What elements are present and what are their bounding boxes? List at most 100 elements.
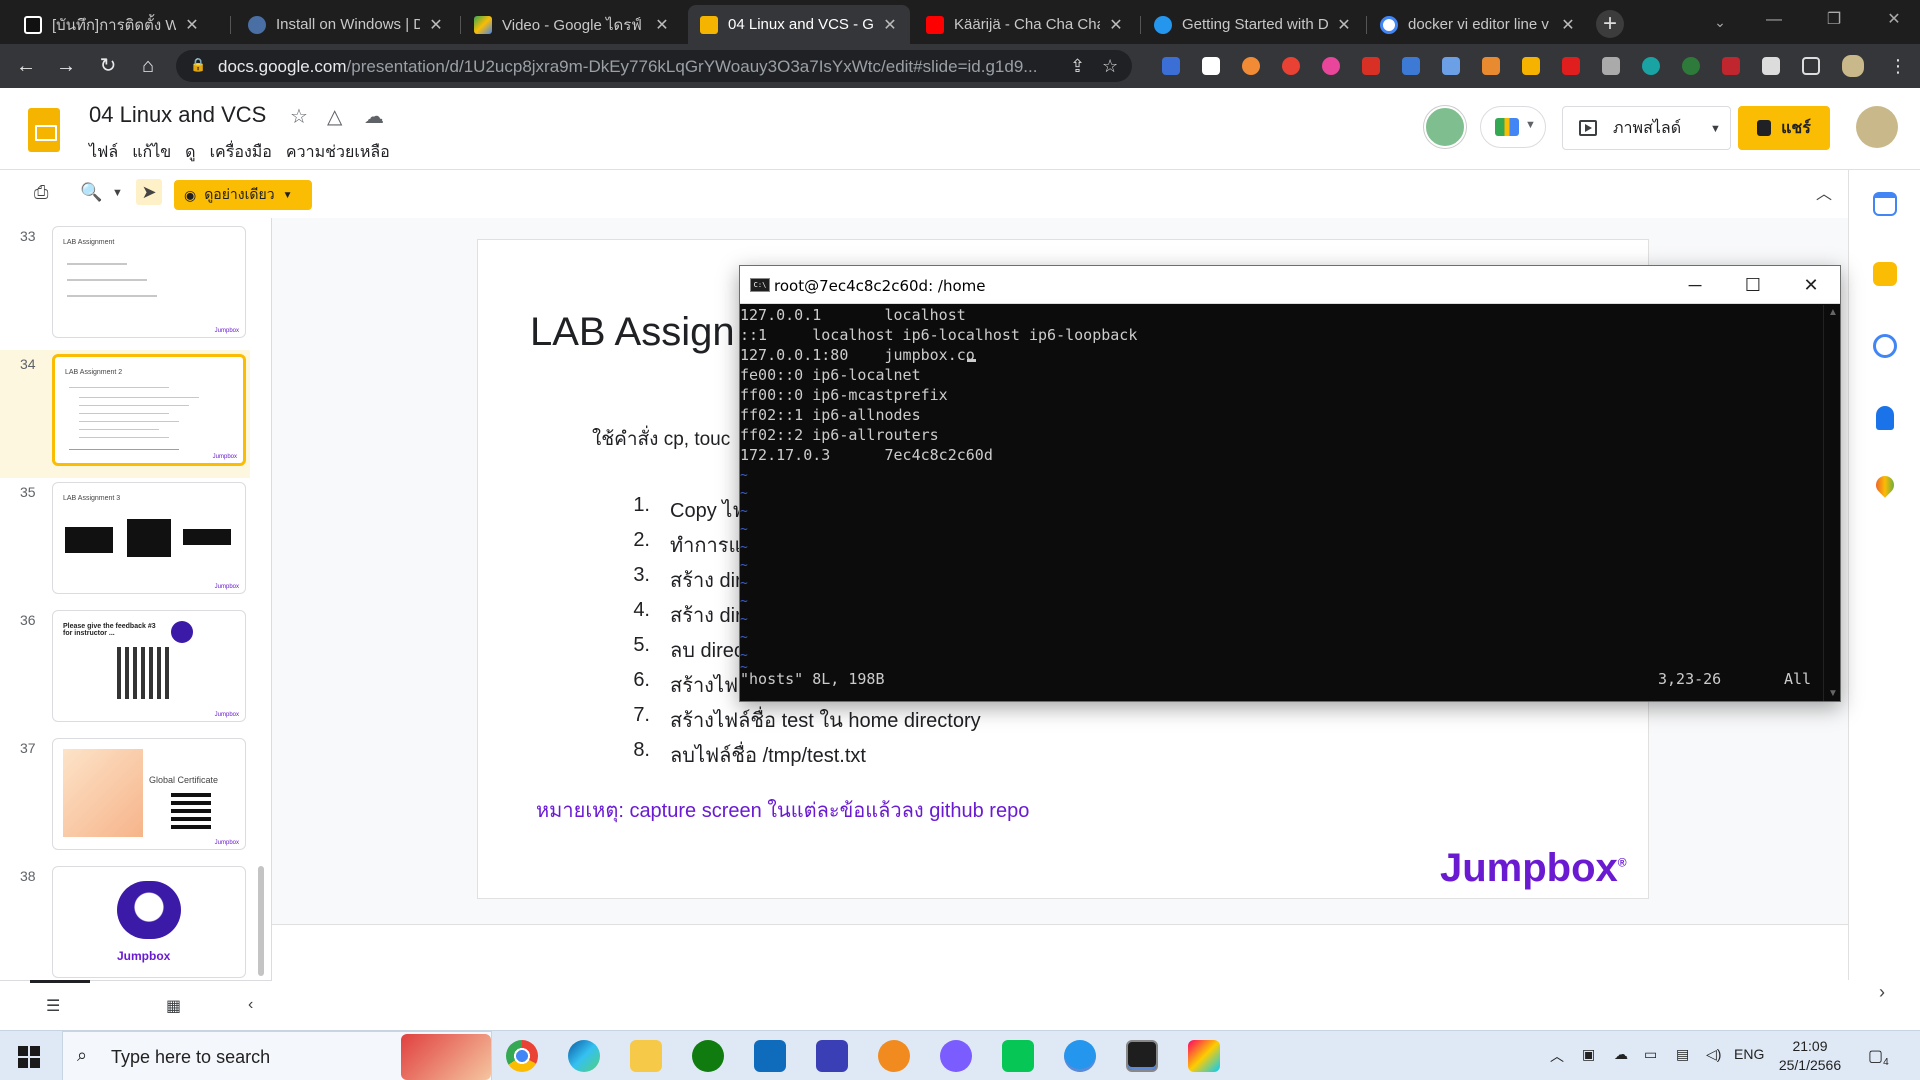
cloud-saved-icon[interactable]: ☁ <box>364 104 384 129</box>
battery-icon[interactable]: ▭ <box>1644 1046 1657 1063</box>
reload-icon[interactable]: ↻ <box>94 52 122 80</box>
language-indicator[interactable]: ENG <box>1734 1046 1764 1062</box>
browser-tab[interactable]: Install on Windows | D ✕ <box>236 5 456 44</box>
move-to-drive-icon[interactable]: △ <box>327 104 342 129</box>
menu-file[interactable]: ไฟล์ <box>89 140 118 165</box>
zoom-icon[interactable]: 🔍 <box>80 182 102 203</box>
slideshow-button[interactable]: ภาพสไลด์ <box>1562 106 1702 150</box>
extension-icon[interactable] <box>1682 57 1700 75</box>
filmstrip-slide[interactable]: 36 Please give the feedback #3 for instr… <box>0 606 250 734</box>
extension-icon[interactable] <box>1602 57 1620 75</box>
extension-icon[interactable] <box>1322 57 1340 75</box>
terminal-window[interactable]: C:\ root@7ec4c8c2c60d: /home ─ ☐ ✕ 127.0… <box>739 265 1841 702</box>
mail-app-icon[interactable] <box>754 1040 786 1072</box>
calendar-icon[interactable] <box>1873 192 1897 216</box>
slide-thumbnail[interactable]: Global Certificate Jumpbox <box>52 738 246 850</box>
more-vertical-icon[interactable]: ⋮ <box>1884 52 1912 80</box>
extension-icon[interactable] <box>1642 57 1660 75</box>
extension-icon[interactable] <box>1402 57 1420 75</box>
back-arrow-icon[interactable]: ← <box>12 52 40 80</box>
volume-icon[interactable]: ◁) <box>1706 1046 1721 1063</box>
extension-icon[interactable] <box>1722 57 1740 75</box>
onedrive-icon[interactable]: ☁ <box>1614 1046 1628 1063</box>
menu-edit[interactable]: แก้ไข <box>132 140 171 165</box>
address-bar[interactable]: 🔒 docs.google.com/presentation/d/1U2ucp8… <box>176 50 1132 82</box>
speaker-notes-area[interactable] <box>272 924 1848 980</box>
chrome-app-icon[interactable] <box>506 1040 538 1072</box>
paint-app-icon[interactable] <box>1188 1040 1220 1072</box>
filmstrip-scrollbar[interactable] <box>258 866 264 976</box>
grid-view-icon[interactable]: ▦ <box>166 996 181 1016</box>
app-icon[interactable] <box>878 1040 910 1072</box>
close-icon[interactable]: ✕ <box>1782 266 1840 304</box>
bookmark-star-icon[interactable]: ☆ <box>1102 56 1118 77</box>
maximize-icon[interactable]: ☐ <box>1724 266 1782 304</box>
filmstrip-slide-selected[interactable]: 34 LAB Assignment 2 Jumpbox <box>0 350 250 478</box>
extension-icon[interactable] <box>1242 57 1260 75</box>
terminal-screen[interactable]: 127.0.0.1 localhost ::1 localhost ip6-lo… <box>740 305 1823 701</box>
download-icon[interactable] <box>1442 57 1460 75</box>
close-tab-icon[interactable]: ✕ <box>1336 15 1352 35</box>
slide-thumbnail[interactable]: LAB Assignment Jumpbox <box>52 226 246 338</box>
xbox-app-icon[interactable] <box>692 1040 724 1072</box>
expand-side-panel-icon[interactable]: › <box>1879 982 1885 1003</box>
restore-window-button[interactable]: ❐ <box>1804 0 1864 40</box>
browser-tab[interactable]: Video - Google ไดรฟ์ ✕ <box>462 5 682 44</box>
discord-app-icon[interactable] <box>940 1040 972 1072</box>
scroll-up-icon[interactable]: ▲ <box>1828 307 1838 318</box>
extension-icon[interactable] <box>1362 57 1380 75</box>
user-avatar[interactable] <box>1856 106 1898 148</box>
home-icon[interactable]: ⌂ <box>134 52 162 80</box>
tab-search-icon[interactable]: ⌄ <box>1706 10 1734 34</box>
select-cursor-icon[interactable]: ➤ <box>136 179 162 205</box>
file-explorer-icon[interactable] <box>630 1040 662 1072</box>
tasks-icon[interactable] <box>1873 334 1897 358</box>
close-tab-icon[interactable]: ✕ <box>184 15 200 35</box>
docker-app-icon[interactable] <box>1064 1040 1096 1072</box>
slide-thumbnail[interactable]: LAB Assignment 3 Jumpbox <box>52 482 246 594</box>
maps-icon[interactable] <box>1872 472 1898 498</box>
view-mode-button[interactable]: ◉ ดูอย่างเดียว ▼ <box>174 180 312 210</box>
new-tab-button[interactable]: + <box>1596 10 1624 38</box>
url-text[interactable]: docs.google.com/presentation/d/1U2ucp8jx… <box>218 57 1037 77</box>
filmstrip-slide[interactable]: 33 LAB Assignment Jumpbox <box>0 222 250 350</box>
profile-avatar[interactable] <box>1842 55 1864 77</box>
close-tab-icon[interactable]: ✕ <box>882 15 898 35</box>
extension-icon[interactable] <box>1282 57 1300 75</box>
print-icon[interactable]: ⎙ <box>34 182 48 203</box>
collapse-header-icon[interactable]: ︿ <box>1816 180 1832 204</box>
lock-icon[interactable]: 🔒 <box>190 57 208 75</box>
extension-icon[interactable] <box>1522 57 1540 75</box>
show-hidden-icons-chevron-icon[interactable]: ︿ <box>1550 1046 1564 1066</box>
close-tab-icon[interactable]: ✕ <box>654 15 670 35</box>
star-icon[interactable]: ☆ <box>290 104 308 129</box>
menu-tools[interactable]: เครื่องมือ <box>210 140 272 165</box>
terminal-scrollbar[interactable]: ▲ ▼ <box>1823 305 1840 701</box>
edge-app-icon[interactable] <box>568 1040 600 1072</box>
slide-thumbnail[interactable]: Jumpbox <box>52 866 246 978</box>
zoom-dropdown-icon[interactable]: ▼ <box>112 187 123 199</box>
contacts-icon[interactable] <box>1876 406 1894 430</box>
forward-arrow-icon[interactable]: → <box>52 52 80 80</box>
minimize-window-button[interactable]: — <box>1744 0 1804 40</box>
extension-icon[interactable] <box>1482 57 1500 75</box>
notification-center-icon[interactable]: ▢4 <box>1868 1046 1889 1068</box>
taskbar-search[interactable]: ⌕ Type here to search <box>62 1031 492 1080</box>
slideshow-options-dropdown[interactable]: ▼ <box>1701 106 1731 150</box>
share-page-icon[interactable]: ⇪ <box>1070 56 1085 77</box>
list-view-icon[interactable]: ☰ <box>46 996 60 1016</box>
document-title[interactable]: 04 Linux and VCS <box>89 102 266 128</box>
browser-tab[interactable]: docker vi editor line v ✕ <box>1368 5 1588 44</box>
close-tab-icon[interactable]: ✕ <box>1560 15 1576 35</box>
windows-start-icon[interactable] <box>18 1046 40 1068</box>
line-app-icon[interactable] <box>1002 1040 1034 1072</box>
filmstrip-slide[interactable]: 35 LAB Assignment 3 Jumpbox <box>0 478 250 606</box>
extensions-puzzle-icon[interactable] <box>1762 57 1780 75</box>
app-icon[interactable] <box>816 1040 848 1072</box>
keep-icon[interactable] <box>1873 262 1897 286</box>
meet-button[interactable]: ▼ <box>1480 106 1546 148</box>
slide-thumbnail[interactable]: Please give the feedback #3 for instruct… <box>52 610 246 722</box>
side-panel-icon[interactable] <box>1802 57 1820 75</box>
tray-icon[interactable]: ▣ <box>1582 1046 1595 1063</box>
close-tab-icon[interactable]: ✕ <box>1108 15 1124 35</box>
